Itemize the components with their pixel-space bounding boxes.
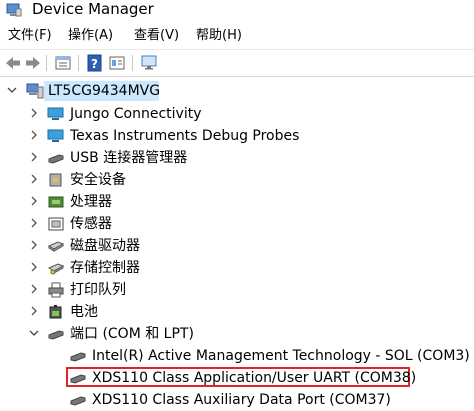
tree-item[interactable]: Texas Instruments Debug Probes [0, 125, 474, 147]
port-item[interactable]: Intel(R) Active Management Technology - … [0, 345, 474, 367]
menu-view[interactable]: 查看(V) [134, 28, 179, 44]
tree-item-label: 电池 [70, 304, 98, 320]
port-item-label: Intel(R) Active Management Technology - … [92, 348, 470, 364]
toolbar-separator [78, 55, 79, 71]
tree-item-label: USB 连接器管理器 [70, 150, 188, 166]
toolbar-separator [132, 55, 133, 71]
tree-item-label: 存储控制器 [70, 260, 140, 276]
tree-item-label: 打印队列 [70, 282, 126, 298]
tree-item-label: Jungo Connectivity [70, 106, 202, 122]
tree-root-label: LT5CG9434MVG [48, 83, 161, 99]
tree-item-ports[interactable]: 端口 (COM 和 LPT) [0, 323, 474, 345]
port-icon [70, 352, 86, 362]
probe-icon [47, 129, 64, 142]
details-icon[interactable] [108, 54, 126, 72]
toolbar: ? [0, 49, 474, 77]
chevron-down-icon[interactable] [29, 328, 39, 338]
tree-item-label: Texas Instruments Debug Probes [70, 128, 300, 144]
device-manager-icon [6, 3, 22, 17]
port-icon [70, 396, 86, 406]
back-arrow-icon[interactable] [4, 54, 22, 72]
tree-item-label: 安全设备 [70, 172, 126, 188]
usb-icon [48, 154, 64, 164]
tree-item[interactable]: 磁盘驱动器 [0, 235, 474, 257]
menu-action[interactable]: 操作(A) [68, 28, 113, 44]
port-item-label: XDS110 Class Auxiliary Data Port (COM37) [92, 392, 391, 408]
chevron-right-icon[interactable] [29, 240, 39, 250]
tree-item[interactable]: 电池 [0, 301, 474, 323]
tree-item[interactable]: 打印队列 [0, 279, 474, 301]
chevron-right-icon[interactable] [29, 174, 39, 184]
menu-file[interactable]: 文件(F) [8, 28, 52, 44]
tree-item[interactable]: 处理器 [0, 191, 474, 213]
chevron-right-icon[interactable] [29, 262, 39, 272]
tree-item[interactable]: 存储控制器 [0, 257, 474, 279]
svg-text:?: ? [91, 57, 98, 71]
toolbar-separator [46, 55, 47, 71]
tree-item[interactable]: Jungo Connectivity [0, 103, 474, 125]
window-title: Device Manager [32, 0, 154, 18]
tree-item-label: 磁盘驱动器 [70, 238, 140, 254]
disk-icon [47, 241, 65, 252]
chevron-down-icon[interactable] [7, 85, 17, 95]
port-item-highlighted[interactable]: XDS110 Class Application/User UART (COM3… [0, 367, 474, 389]
tree-item[interactable]: 传感器 [0, 213, 474, 235]
computer-icon [26, 83, 44, 99]
port-icon [48, 330, 64, 340]
chevron-right-icon[interactable] [29, 284, 39, 294]
port-item-label: XDS110 Class Application/User UART (COM3… [92, 370, 417, 386]
printer-icon [48, 282, 64, 298]
chip-icon [48, 196, 64, 208]
tree-item[interactable]: 安全设备 [0, 169, 474, 191]
storage-icon [47, 263, 65, 275]
battery-icon [49, 305, 62, 319]
tree-item[interactable]: USB 连接器管理器 [0, 147, 474, 169]
help-icon[interactable]: ? [86, 54, 104, 72]
menu-help[interactable]: 帮助(H) [196, 28, 242, 44]
port-icon [70, 374, 86, 384]
monitor-icon [47, 107, 64, 120]
monitor-icon[interactable] [140, 54, 158, 72]
tree-root[interactable]: LT5CG9434MVG [0, 80, 474, 102]
forward-arrow-icon[interactable] [24, 54, 42, 72]
properties-icon[interactable] [54, 54, 72, 72]
device-tree: LT5CG9434MVG Jungo Connectivity Texas In… [0, 78, 474, 410]
chevron-right-icon[interactable] [29, 152, 39, 162]
port-item[interactable]: XDS110 Class Auxiliary Data Port (COM37) [0, 389, 474, 411]
chevron-right-icon[interactable] [29, 306, 39, 316]
tree-item-label: 处理器 [70, 194, 112, 210]
sensor-icon [48, 217, 64, 231]
menu-bar: 文件(F) 操作(A) 查看(V) 帮助(H) [0, 24, 474, 48]
chevron-right-icon[interactable] [29, 108, 39, 118]
chevron-right-icon[interactable] [29, 130, 39, 140]
chevron-right-icon[interactable] [29, 218, 39, 228]
chevron-right-icon[interactable] [29, 196, 39, 206]
title-bar: Device Manager [0, 0, 474, 22]
security-icon [49, 173, 62, 187]
tree-item-label: 端口 (COM 和 LPT) [70, 326, 194, 342]
tree-item-label: 传感器 [70, 216, 112, 232]
